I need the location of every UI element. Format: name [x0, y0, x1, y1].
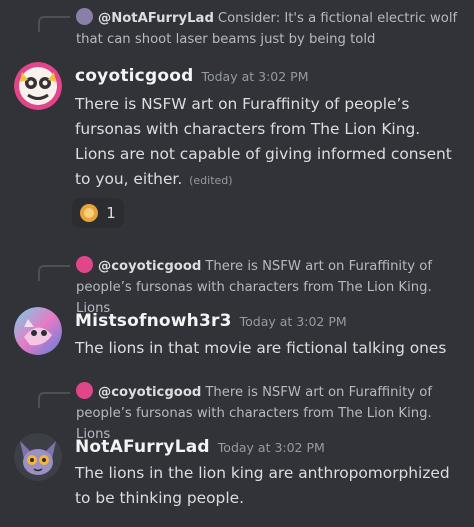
- timestamp[interactable]: Today at 3:02 PM: [218, 440, 325, 455]
- reply-avatar: [76, 8, 93, 25]
- message-content: The lions in the lion king are anthropom…: [75, 461, 462, 511]
- message-header: coyoticgood Today at 3:02 PM: [75, 66, 308, 86]
- message-header: NotAFurryLad Today at 3:02 PM: [75, 437, 325, 457]
- timestamp[interactable]: Today at 3:02 PM: [240, 314, 347, 329]
- message-text: The lions in the lion king are anthropom…: [75, 464, 450, 507]
- reply-author[interactable]: @coyoticgood: [98, 259, 201, 274]
- reply-preview[interactable]: @coyoticgood There is NSFW art on Furaffi…: [76, 382, 460, 445]
- avatar[interactable]: [14, 62, 62, 110]
- reaction-count: 1: [106, 204, 116, 222]
- message-content: There is NSFW art on Furaffinity of peop…: [75, 92, 462, 193]
- username[interactable]: Mistsofnowh3r3: [75, 311, 232, 331]
- message-text: The lions in that movie are fictional ta…: [75, 339, 447, 357]
- message-text: There is NSFW art on Furaffinity of peop…: [75, 95, 452, 188]
- reply-connector: [38, 16, 70, 32]
- reply-author[interactable]: @NotAFurryLad: [98, 11, 214, 26]
- reaction-lion[interactable]: 1: [72, 198, 124, 228]
- message-header: Mistsofnowh3r3 Today at 3:02 PM: [75, 311, 347, 331]
- message-content: The lions in that movie are fictional ta…: [75, 336, 462, 361]
- reply-connector: [38, 392, 70, 408]
- timestamp[interactable]: Today at 3:02 PM: [201, 69, 308, 84]
- reply-avatar: [76, 382, 93, 399]
- reply-author[interactable]: @coyoticgood: [98, 385, 201, 400]
- username[interactable]: NotAFurryLad: [75, 437, 210, 457]
- edited-label: (edited): [189, 174, 233, 187]
- avatar[interactable]: [14, 307, 62, 355]
- avatar[interactable]: [14, 433, 62, 481]
- reply-preview[interactable]: @NotAFurryLad Consider: It's a fictional …: [76, 8, 460, 50]
- lion-emoji-icon: [80, 204, 99, 222]
- reply-connector: [38, 265, 70, 281]
- reply-preview[interactable]: @coyoticgood There is NSFW art on Furaffi…: [76, 256, 460, 319]
- reply-avatar: [76, 256, 93, 273]
- username[interactable]: coyoticgood: [75, 66, 193, 86]
